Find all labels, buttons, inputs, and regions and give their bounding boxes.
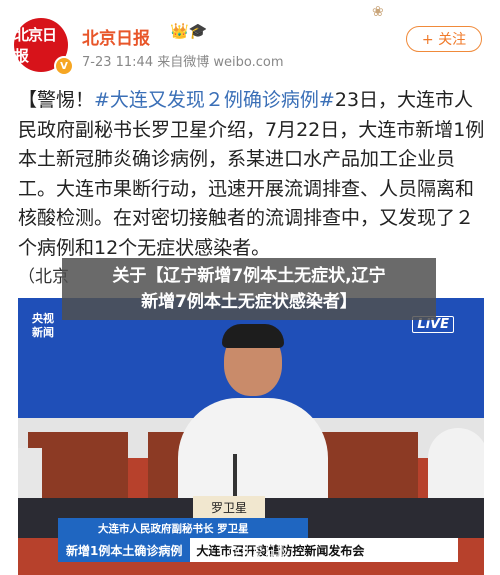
post-text: 【警惕！#大连又发现２例确诊病例#23日，大连市人民政府副秘书长罗卫星介绍，7月…	[18, 86, 486, 263]
follow-button[interactable]: + 关注	[406, 26, 482, 52]
account-badges-icon: 👑🎓	[170, 22, 208, 40]
overlay-line-1: 关于【辽宁新增7例本土无症状,辽宁	[112, 266, 386, 286]
channel-logo: 央视 新闻	[32, 312, 54, 339]
speaker-hair	[222, 324, 284, 348]
account-name[interactable]: 北京日报	[82, 24, 150, 49]
overlay-line-2: 新增7例本土无症状感染者】	[141, 292, 357, 312]
watermark: @北京日报	[228, 544, 289, 558]
hashtag-link[interactable]: #大连又发现２例确诊病例#	[94, 89, 335, 111]
verified-icon: V	[54, 56, 74, 76]
post-body: 23日，大连市人民政府副秘书长罗卫星介绍，7月22日，大连市新增1例本土新冠肺炎…	[18, 89, 485, 259]
lower-third-left: 新增1例本土确诊病例	[58, 538, 191, 562]
decoration-icon: ❀	[372, 4, 384, 20]
post-header: ❀ 北京日报 V 北京日报 👑🎓 7-23 11:44 来自微博 weibo.c…	[0, 0, 500, 80]
post-meta: 7-23 11:44 来自微博 weibo.com	[82, 55, 284, 70]
title-overlay: 关于【辽宁新增7例本土无症状,辽宁 新增7例本土无症状感染者】	[62, 258, 436, 320]
video-player[interactable]: 罗卫星 央视 新闻 LiVE 大连市人民政府副秘书长 罗卫星 新增1例本土确诊病…	[18, 298, 484, 575]
lower-third-title: 大连市人民政府副秘书长 罗卫星	[58, 518, 308, 538]
post-prefix: 【警惕！	[18, 89, 95, 111]
nameplate: 罗卫星	[193, 496, 265, 518]
